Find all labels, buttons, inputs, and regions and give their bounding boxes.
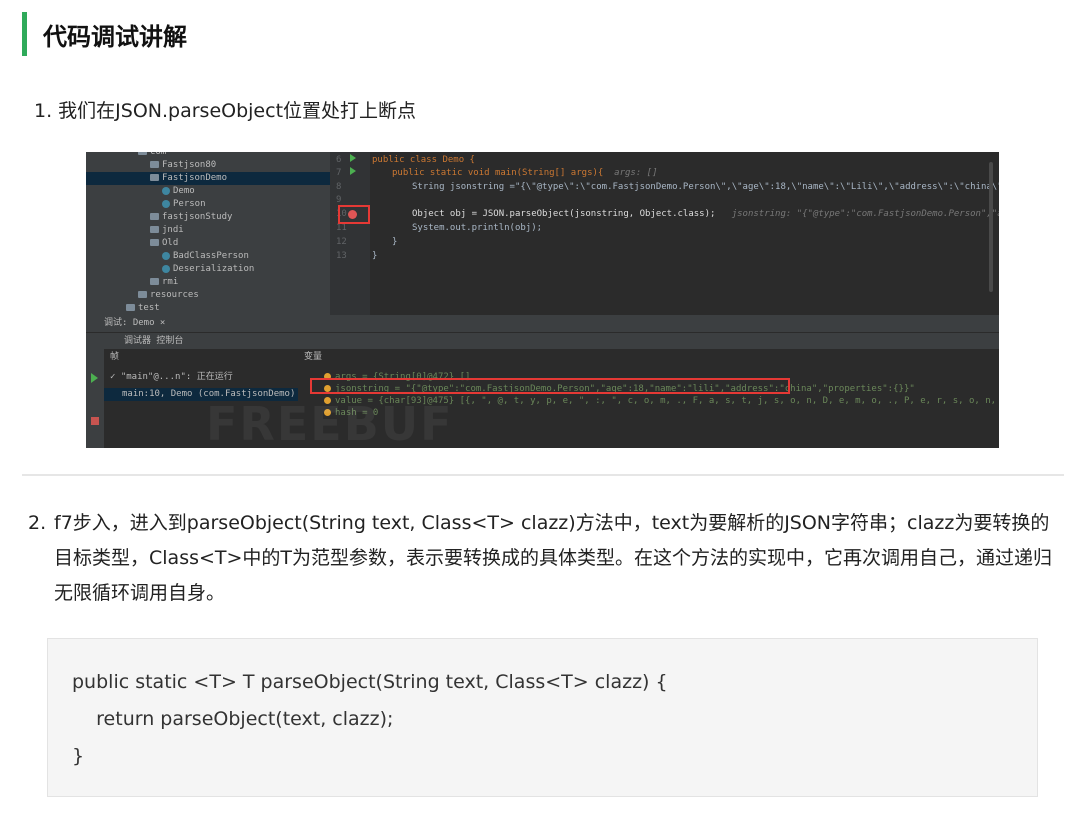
folder-icon [150, 278, 159, 285]
debug-toolbar[interactable]: 调试器 控制台 [86, 332, 999, 349]
editor-gutter: 6 7 8 9 10 11 12 13 [330, 152, 370, 315]
step-2-number: 2. [28, 512, 47, 534]
code-text: Object obj = JSON.parseObject(jsonstring… [412, 209, 716, 219]
folder-icon [138, 152, 147, 155]
folder-icon [150, 226, 159, 233]
code-line-13: } [372, 250, 377, 263]
tree-item[interactable]: com [138, 152, 166, 159]
tree-item[interactable]: Deserialization [162, 263, 254, 276]
tree-item-label: BadClassPerson [173, 251, 249, 261]
inline-hint: args: [] [614, 168, 658, 178]
stop-icon[interactable] [91, 417, 99, 425]
code-block-line-3: } [72, 745, 85, 767]
tree-item-label: FastjsonDemo [162, 173, 228, 183]
class-icon [162, 199, 170, 208]
tree-item[interactable]: fastjsonStudy [150, 211, 232, 224]
tree-item[interactable]: BadClassPerson [162, 250, 249, 263]
code-block-line-2: return parseObject(text, clazz); [72, 708, 394, 730]
run-icon[interactable] [350, 154, 356, 162]
variables-header: 变量 [304, 352, 323, 362]
tree-item-label: test [138, 303, 160, 313]
code-text: public static void main(String[] args){ [392, 168, 604, 178]
tree-item[interactable]: test [126, 302, 160, 315]
debug-tab-label[interactable]: 调试: Demo × [104, 318, 165, 328]
project-tree: com Fastjson80 FastjsonDemo Demo Person fastj… [86, 152, 394, 315]
class-icon [162, 264, 170, 273]
resume-icon[interactable] [91, 373, 98, 383]
line-number: 13 [336, 251, 347, 261]
line-number: 6 [336, 155, 342, 165]
tree-item[interactable]: resources [138, 289, 199, 302]
tree-item[interactable]: Demo [162, 185, 195, 198]
folder-icon [150, 174, 159, 181]
folder-icon [126, 304, 135, 311]
tree-item-label: Person [173, 199, 206, 209]
step-2-text: 2. f7步入，进入到parseObject(String text, Clas… [28, 506, 1058, 611]
frames-header: 帧 [110, 352, 120, 362]
code-text: } [372, 251, 378, 261]
tree-item-label: resources [150, 290, 199, 300]
debug-toolbar-label[interactable]: 调试器 控制台 [124, 336, 183, 346]
section-heading: 代码调试讲解 [43, 22, 187, 51]
tree-item[interactable]: Person [162, 198, 206, 211]
line-number: 8 [336, 182, 342, 192]
code-editor[interactable]: public class Demo { public static void m… [370, 152, 999, 315]
inline-hint: jsonstring: "{"@type":"com.FastjsonDemo.… [731, 209, 999, 219]
tree-item[interactable]: Old [150, 237, 178, 250]
section-divider [22, 474, 1064, 476]
tree-item[interactable]: rmi [150, 276, 178, 289]
code-block-line-1: public static <T> T parseObject(String t… [72, 671, 668, 693]
code-line-10: Object obj = JSON.parseObject(jsonstring… [412, 208, 999, 221]
code-text: public class Demo { [372, 155, 475, 165]
tree-item-label: Fastjson80 [162, 160, 217, 170]
code-block: public static <T> T parseObject(String t… [47, 638, 1038, 797]
code-line-7: public static void main(String[] args){ … [392, 167, 658, 180]
code-line-6: public class Demo { [372, 154, 475, 167]
line-number: 7 [336, 168, 342, 178]
code-text: System.out.println(obj); [412, 223, 543, 233]
tree-item-label: Old [162, 238, 179, 248]
tree-item-label: rmi [162, 277, 179, 287]
tree-item-label: Demo [173, 186, 195, 196]
class-icon [162, 186, 170, 195]
debug-sidebar [86, 349, 104, 448]
class-icon [162, 251, 170, 260]
breakpoint-highlight-box [338, 205, 370, 224]
run-icon[interactable] [350, 167, 356, 175]
tree-item[interactable]: jndi [150, 224, 184, 237]
watermark: FREEBUF [206, 397, 454, 448]
ide-screenshot: com Fastjson80 FastjsonDemo Demo Person fastj… [86, 152, 999, 448]
debug-tab-bar[interactable]: 调试: Demo × [86, 315, 999, 332]
folder-icon [138, 291, 147, 298]
title-accent-bar [22, 12, 27, 56]
folder-icon [150, 161, 159, 168]
code-line-12: } [392, 236, 397, 249]
step-2-body: f7步入，进入到parseObject(String text, Class<T… [54, 512, 1053, 604]
tree-item-label: jndi [162, 225, 184, 235]
code-line-11: System.out.println(obj); [412, 222, 542, 235]
folder-icon [150, 239, 159, 246]
code-text: String jsonstring ="{\"@type\":\"com.Fas… [412, 182, 999, 192]
code-text: } [392, 237, 398, 247]
tree-item-label: Deserialization [173, 264, 255, 274]
thread-selector[interactable]: ✓ "main"@...n": 正在运行 [110, 371, 233, 384]
variable-highlight-box [310, 378, 790, 394]
code-line-8: String jsonstring ="{\"@type\":\"com.Fas… [412, 181, 999, 194]
tree-item[interactable]: Fastjson80 [150, 159, 216, 172]
tree-item-label: fastjsonStudy [162, 212, 233, 222]
folder-icon [150, 213, 159, 220]
tree-item-label: com [150, 152, 167, 157]
editor-scrollbar[interactable] [989, 162, 993, 292]
line-number: 12 [336, 237, 347, 247]
step-1-text: 1. 我们在JSON.parseObject位置处打上断点 [34, 100, 417, 122]
section-title: 代码调试讲解 [22, 12, 187, 56]
